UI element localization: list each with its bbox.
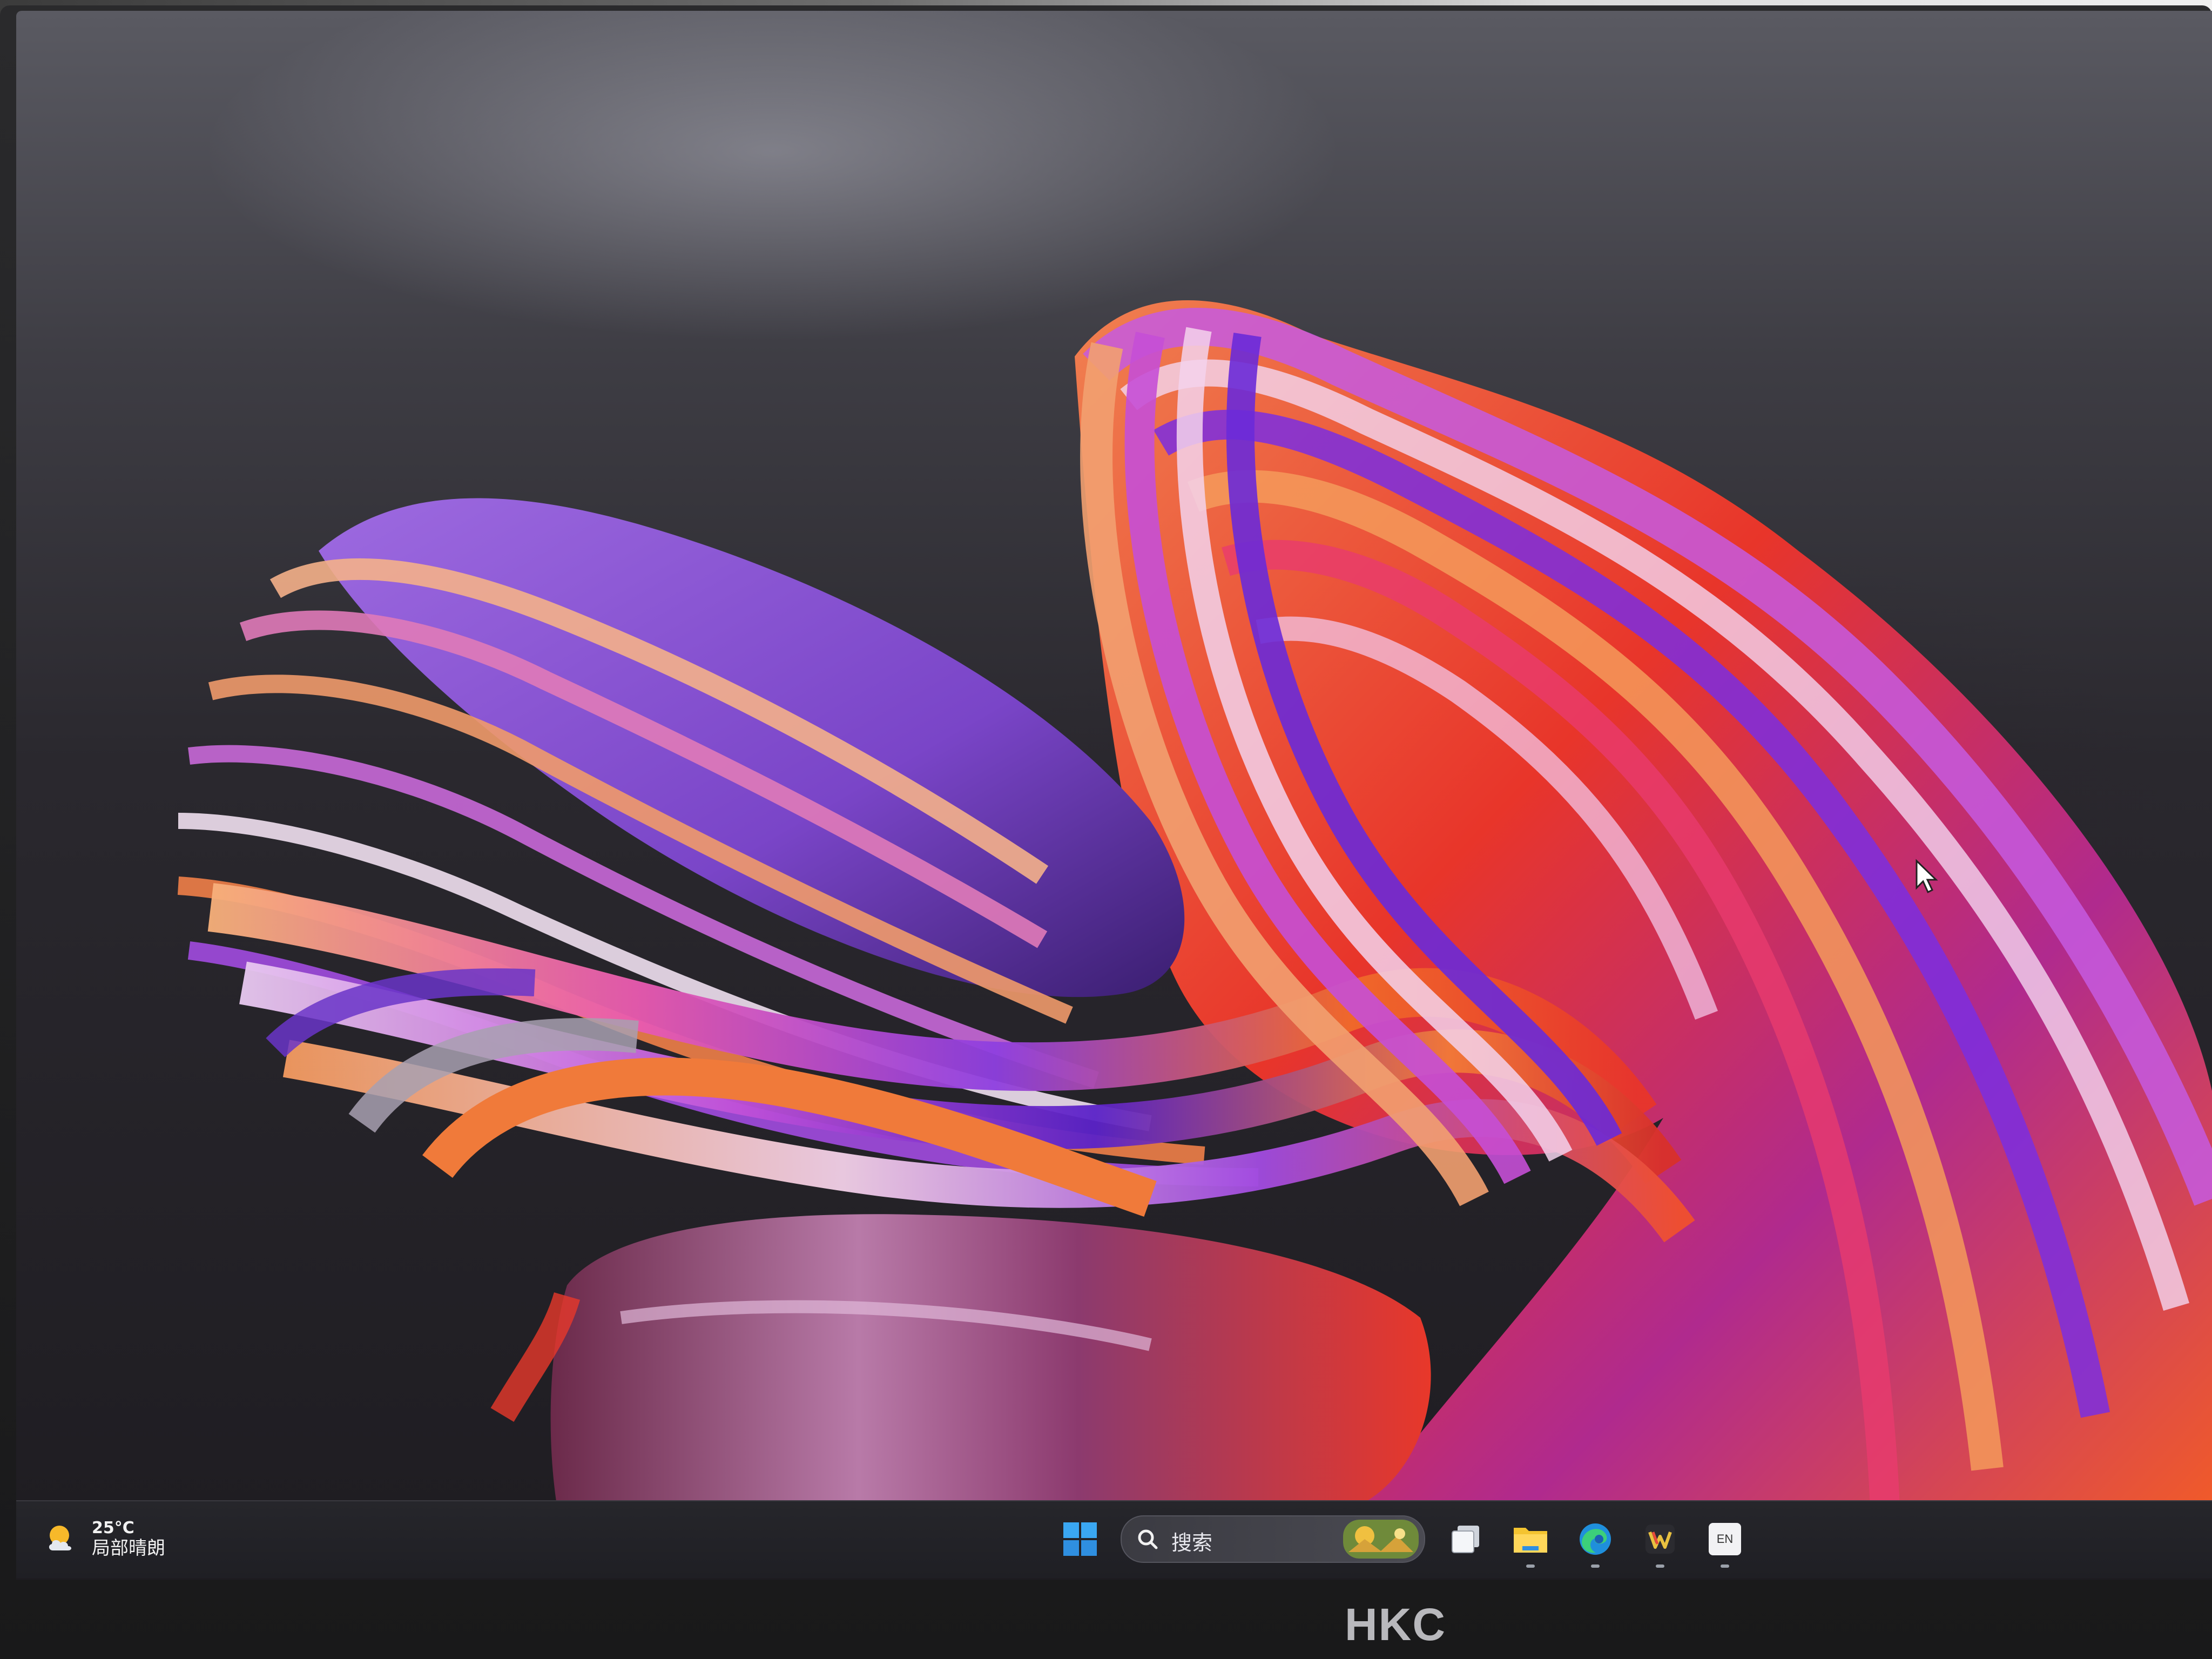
wps-office-icon: [1645, 1525, 1675, 1554]
input-method-label: EN: [1716, 1532, 1734, 1546]
weather-widget[interactable]: 25°C 局部晴朗: [43, 1512, 165, 1566]
task-view-button[interactable]: [1441, 1515, 1490, 1563]
monitor-brand-logo: HKC: [1345, 1599, 1446, 1650]
edge-browser-button[interactable]: [1571, 1515, 1620, 1568]
partly-sunny-icon: [43, 1520, 81, 1558]
wps-office-button[interactable]: [1636, 1515, 1684, 1568]
en-keyboard-icon: EN: [1709, 1523, 1741, 1555]
start-button[interactable]: [1056, 1515, 1104, 1563]
input-method-button[interactable]: EN: [1701, 1515, 1749, 1568]
folder-icon: [1514, 1528, 1547, 1553]
weather-temperature: 25°C: [92, 1519, 134, 1538]
running-indicator: [1656, 1564, 1664, 1568]
running-indicator: [1591, 1564, 1600, 1568]
file-explorer-button[interactable]: [1506, 1515, 1555, 1568]
task-view-icon: [1452, 1526, 1479, 1553]
search-icon: [1138, 1529, 1158, 1549]
desktop-screen: [16, 11, 2212, 1580]
running-indicator: [1721, 1564, 1729, 1568]
desktop-wallpaper: [177, 300, 2212, 1502]
search-highlight-image: [1343, 1520, 1419, 1559]
search-input[interactable]: 搜索: [1121, 1515, 1425, 1563]
mouse-cursor-icon: [1916, 859, 1938, 894]
search-label: 搜索: [1171, 1531, 1213, 1555]
windows-start-icon: [1063, 1522, 1097, 1556]
taskbar: 25°C 局部晴朗 搜索 EN: [16, 1500, 2212, 1578]
weather-condition: 局部晴朗: [92, 1537, 165, 1559]
taskbar-center: 搜索 EN: [1056, 1511, 1749, 1568]
edge-browser-icon: [1580, 1523, 1611, 1555]
running-indicator: [1526, 1564, 1535, 1568]
